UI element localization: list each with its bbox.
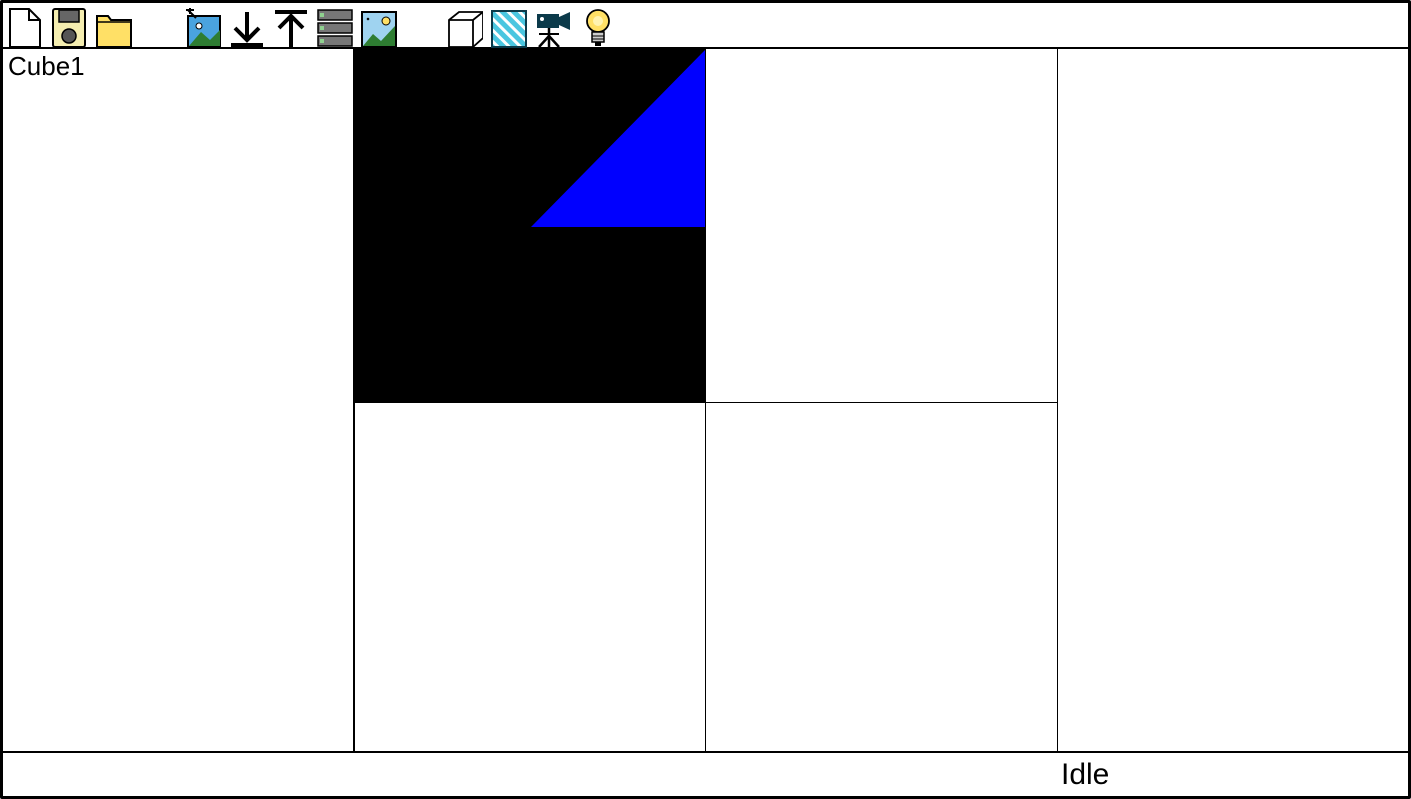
striped-plane-icon [491,10,527,48]
toolbar [3,3,1408,49]
render-image-button[interactable] [361,8,397,48]
save-button[interactable] [51,8,87,48]
open-folder-button[interactable] [96,8,132,48]
move-down-button[interactable] [229,8,265,48]
new-file-button[interactable] [7,8,43,48]
scene-tree-panel: Cube1 [3,49,354,752]
status-bar: Idle [3,751,1408,796]
list-layers-button[interactable] [317,8,353,48]
properties-panel [1057,49,1408,752]
viewport-side[interactable] [705,402,1058,753]
blue-triangle-shape [531,49,706,227]
arrow-up-bar-icon [275,10,307,47]
light-bulb-icon [586,9,610,46]
viewport-top[interactable] [705,49,1058,403]
import-image-icon [186,8,221,48]
add-cube-button[interactable] [447,8,483,48]
app-window: Cube1 Idle [0,0,1411,799]
add-light-button[interactable] [580,8,616,48]
import-image-button[interactable] [186,8,222,48]
save-icon [52,8,86,48]
folder-icon [96,15,132,48]
add-camera-button[interactable] [535,8,571,48]
status-text: Idle [1061,758,1110,791]
camera-tripod-icon [537,12,570,48]
cube-icon [448,11,483,48]
stack-list-icon [317,9,353,47]
new-file-icon [9,8,41,48]
arrow-down-bar-icon [231,12,263,47]
image-icon [361,11,397,48]
viewport-front[interactable] [354,402,707,753]
add-plane-button[interactable] [491,8,527,48]
move-up-button[interactable] [273,8,309,48]
viewport-render [531,49,706,227]
viewport-perspective[interactable] [353,49,706,404]
tree-item-cube1[interactable]: Cube1 [8,51,85,81]
